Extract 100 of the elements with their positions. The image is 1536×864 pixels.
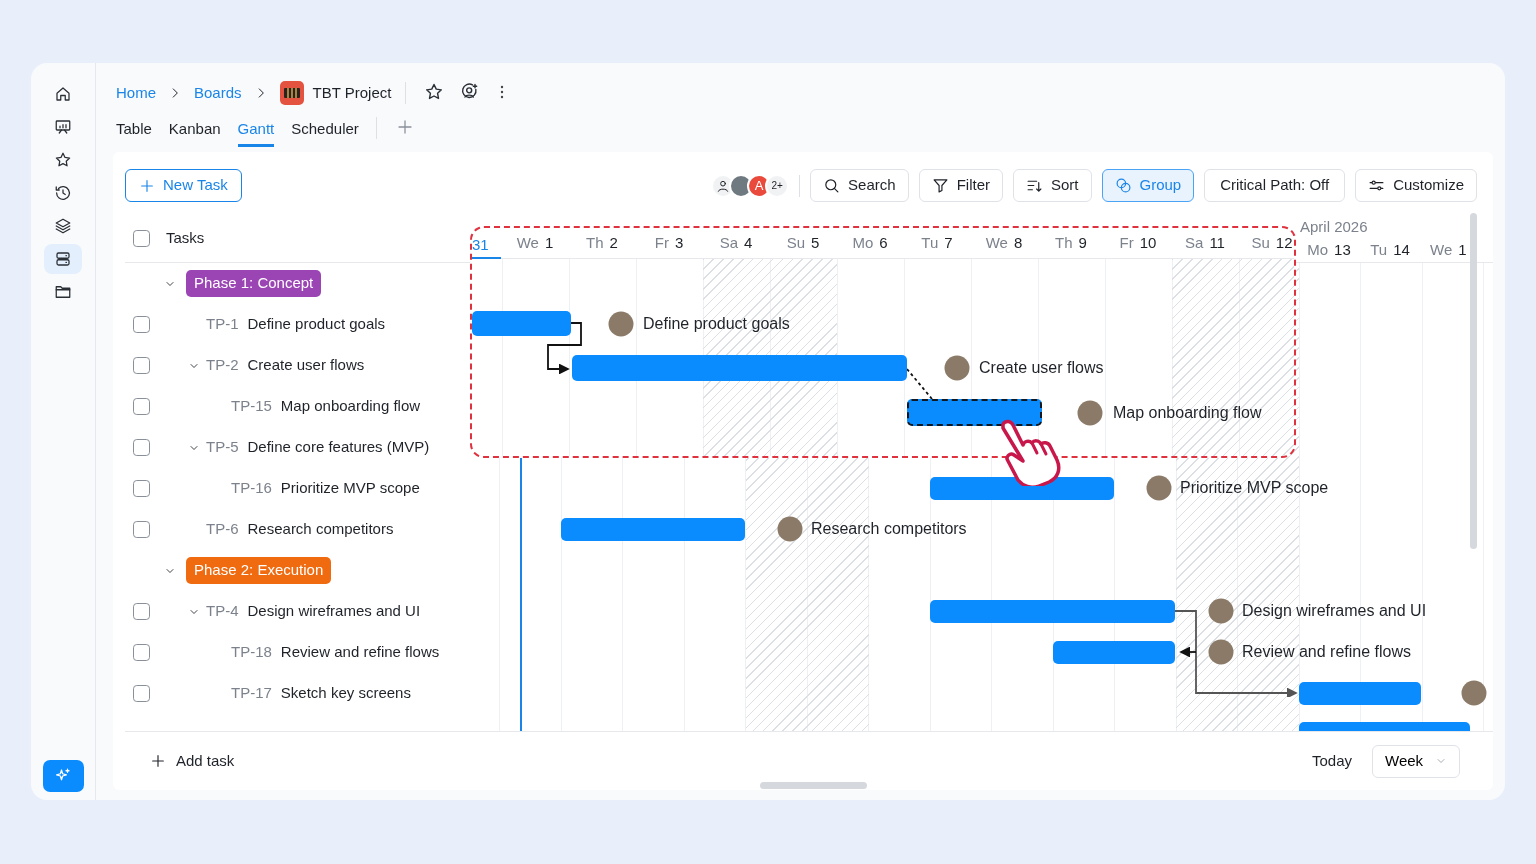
- task-title[interactable]: Review and refine flows: [280, 641, 440, 664]
- view-tab[interactable]: Scheduler: [291, 108, 359, 148]
- day-header: Sa 11: [1185, 232, 1225, 253]
- sort-button[interactable]: Sort: [1013, 169, 1092, 202]
- star-icon: [54, 151, 72, 169]
- task-key: TP-17: [231, 682, 272, 705]
- avatar-photo-placeholder: [1208, 639, 1234, 665]
- task-key: TP-5: [206, 436, 239, 459]
- search-icon: [823, 177, 841, 194]
- day-header: Sa 4: [719, 232, 753, 253]
- breadcrumb-link[interactable]: Boards: [194, 81, 242, 105]
- view-tab[interactable]: Gantt: [237, 108, 275, 148]
- bar-label: Research competitors: [811, 519, 967, 539]
- bar-label: Review and refine flows: [1242, 642, 1411, 662]
- folder-icon: [54, 283, 72, 301]
- task-key: TP-15: [231, 395, 272, 418]
- avatar-photo-placeholder: [777, 516, 803, 542]
- avatar-photo-placeholder: [1146, 475, 1172, 501]
- layers-icon: [54, 217, 72, 235]
- scale-dropdown[interactable]: Week: [1372, 744, 1460, 778]
- critical-path-button[interactable]: Critical Path: Off: [1204, 169, 1346, 202]
- task-checkbox[interactable]: [132, 644, 150, 661]
- task-checkbox[interactable]: [132, 357, 150, 374]
- customize-button[interactable]: Customize: [1355, 169, 1477, 202]
- day-header: Su 5: [786, 232, 820, 253]
- month-label: April 2026: [1300, 216, 1368, 237]
- bar-label: Create user flows: [979, 358, 1104, 378]
- day-header: Th 2: [586, 232, 618, 253]
- star-icon: [424, 81, 445, 102]
- task-title[interactable]: Prioritize MVP scope: [280, 477, 420, 500]
- add-task-button[interactable]: Add task: [150, 749, 235, 773]
- task-checkbox[interactable]: [132, 685, 150, 702]
- task-key: TP-16: [231, 477, 272, 500]
- avatar-photo-placeholder: [1077, 400, 1103, 426]
- presentation-board-icon: [54, 118, 72, 136]
- task-checkbox[interactable]: [132, 398, 150, 415]
- project-logo-icon: [279, 81, 304, 105]
- filter-icon: [931, 177, 949, 194]
- plus-icon: [139, 177, 155, 194]
- avatar-photo-placeholder: [608, 311, 634, 337]
- project-title: TBT Project: [312, 82, 392, 103]
- task-checkbox[interactable]: [132, 316, 150, 333]
- task-title[interactable]: Sketch key screens: [280, 682, 411, 705]
- history-icon: [54, 184, 72, 202]
- bar-label: Define product goals: [643, 314, 790, 334]
- day-header: Su 12: [1251, 232, 1293, 253]
- plus-icon: [150, 753, 166, 769]
- task-title[interactable]: Research competitors: [247, 518, 394, 541]
- task-title[interactable]: Define core features (MVP): [247, 436, 430, 459]
- task-checkbox[interactable]: [132, 480, 150, 497]
- more-members-count: 2+: [765, 173, 790, 198]
- avatar-photo-placeholder: [1208, 598, 1234, 624]
- day-header: Tu 14: [1370, 239, 1410, 260]
- day-header: We 8: [985, 232, 1023, 253]
- horizontal-scrollbar[interactable]: [760, 782, 867, 789]
- task-title[interactable]: Map onboarding flow: [280, 395, 421, 418]
- task-checkbox[interactable]: [132, 521, 150, 538]
- view-tab[interactable]: Table: [116, 108, 152, 148]
- dependency-arrow: [546, 321, 584, 375]
- avatar-photo-placeholder: [944, 355, 970, 381]
- day-header: We 1: [516, 232, 554, 253]
- vertical-scrollbar[interactable]: [1470, 213, 1477, 549]
- sidebar-item[interactable]: [44, 244, 82, 274]
- new-task-button[interactable]: New Task: [125, 169, 242, 202]
- task-title[interactable]: Define product goals: [247, 313, 386, 336]
- select-all-checkbox[interactable]: [132, 230, 150, 247]
- server-icon: [54, 250, 72, 268]
- task-title[interactable]: Design wireframes and UI: [247, 600, 421, 623]
- task-checkbox[interactable]: [132, 439, 150, 456]
- filter-button[interactable]: Filter: [918, 169, 1003, 202]
- today-button[interactable]: Today: [1311, 749, 1352, 773]
- bar-label: Map onboarding flow: [1113, 403, 1262, 423]
- day-header: Mo 6: [852, 232, 888, 253]
- task-key: TP-4: [206, 600, 239, 623]
- day-header: Fr 10: [1119, 232, 1157, 253]
- breadcrumb-link[interactable]: Home: [116, 81, 156, 105]
- task-key: TP-6: [206, 518, 239, 541]
- bar-label: Prioritize MVP scope: [1180, 478, 1329, 498]
- view-tab[interactable]: Kanban: [168, 108, 221, 148]
- task-title[interactable]: Create user flows: [247, 354, 365, 377]
- task-key: TP-1: [206, 313, 239, 336]
- column-header: Tasks: [166, 228, 205, 249]
- overlapping-circles-icon: [1114, 177, 1132, 194]
- day-header: Fr 3: [654, 232, 684, 253]
- search-button[interactable]: Search: [810, 169, 909, 202]
- sparkle-button[interactable]: [42, 760, 84, 792]
- task-key: TP-2: [206, 354, 239, 377]
- avatar-photo-placeholder: [1461, 680, 1487, 706]
- home-icon: [54, 85, 72, 103]
- task-checkbox[interactable]: [132, 603, 150, 620]
- kebab-menu-icon: [500, 84, 505, 99]
- day-header: 31: [472, 235, 501, 259]
- task-bar[interactable]: [907, 399, 1042, 426]
- task-key: TP-18: [231, 641, 272, 664]
- day-header: We 1: [1430, 239, 1467, 260]
- bar-label: Design wireframes and UI: [1242, 601, 1427, 621]
- user-icon: [716, 178, 731, 193]
- day-header: Th 9: [1055, 232, 1087, 253]
- phase-tag[interactable]: Phase 1: Concept: [186, 270, 322, 297]
- day-header: Mo 13: [1307, 239, 1351, 260]
